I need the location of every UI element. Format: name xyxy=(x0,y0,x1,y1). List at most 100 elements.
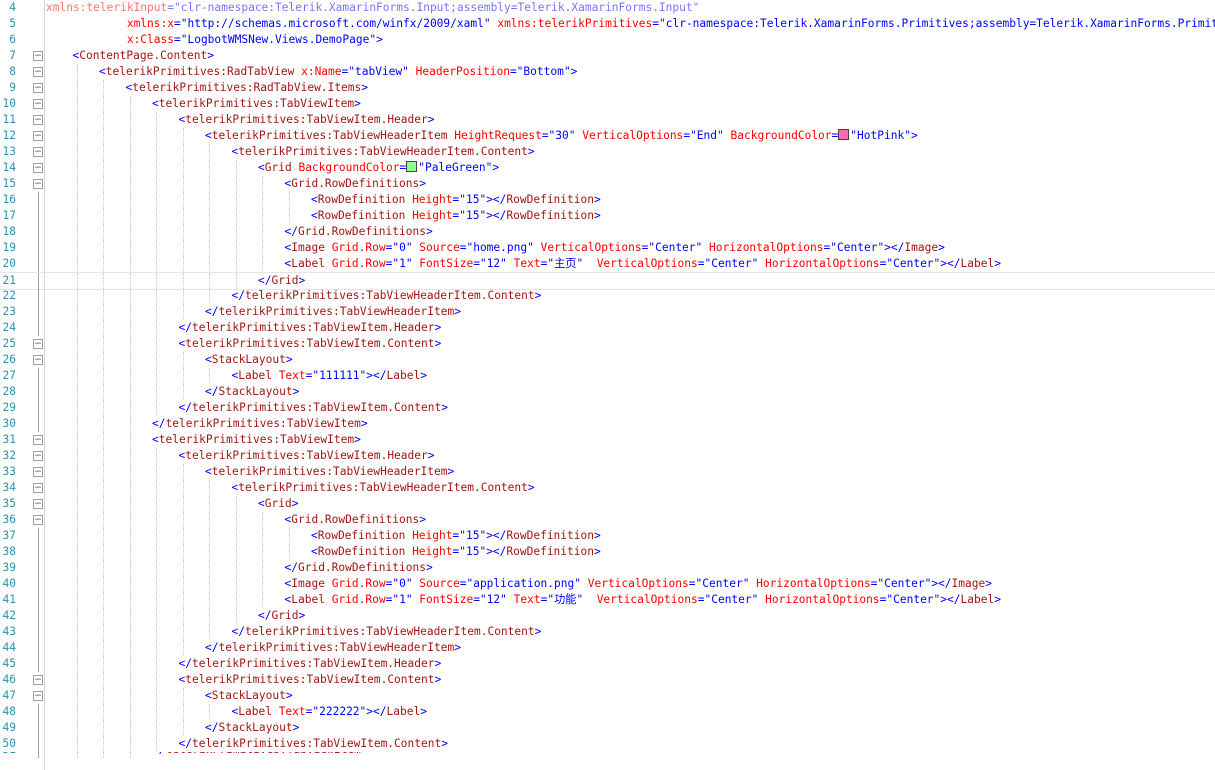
line-number: 21 xyxy=(2,274,16,287)
code-token: " xyxy=(576,257,597,270)
indent-guide xyxy=(76,192,78,208)
code-line[interactable]: 35 − <Grid> xyxy=(0,496,1215,512)
code-line[interactable]: 34 − <telerikPrimitives:TabViewHeaderItem.… xyxy=(0,480,1215,496)
indent-guide xyxy=(76,752,78,758)
collapse-icon[interactable]: − xyxy=(33,435,43,445)
indent-guide xyxy=(103,704,104,720)
code-line[interactable]: 29 </telerikPrimitives:TabViewItem.Conten… xyxy=(0,400,1215,416)
code-line[interactable]: 26 − <StackLayout> xyxy=(0,352,1215,368)
indent-guide xyxy=(103,464,104,480)
code-line[interactable]: 36 − <Grid.RowDefinitions> xyxy=(0,512,1215,528)
code-line[interactable]: 30 </telerikPrimitives:TabViewItem> xyxy=(0,416,1215,432)
code-line[interactable]: 47 − <StackLayout> xyxy=(0,688,1215,704)
collapse-icon[interactable]: − xyxy=(33,99,43,109)
code-token: "> xyxy=(485,161,500,174)
collapse-icon[interactable]: − xyxy=(33,339,43,349)
indent-guide xyxy=(103,288,104,304)
indent-guide xyxy=(129,144,131,160)
indent-guide xyxy=(103,496,104,512)
indent-guide xyxy=(156,320,157,336)
indent-guide xyxy=(182,640,184,656)
code-line[interactable]: 50 </telerikPrimitives:TabViewItem.Conten… xyxy=(0,736,1215,752)
collapse-icon[interactable]: − xyxy=(33,83,43,93)
code-line[interactable]: 12 − <telerikPrimitives:TabViewHeaderItem … xyxy=(0,128,1215,144)
code-token: " xyxy=(751,593,766,606)
code-line[interactable]: 6 x:Class="LogbotWMSNew.Views.DemoPage"> xyxy=(0,32,1215,48)
code-line[interactable]: 8− <telerikPrimitives:RadTabView x:Name="… xyxy=(0,64,1215,80)
indent-guide xyxy=(156,560,157,576)
code-line[interactable]: 51 </telerikPrimitives:TabViewItem> xyxy=(0,752,1215,758)
code-token: </ xyxy=(178,401,192,414)
indent-guide xyxy=(182,160,184,176)
code-line[interactable]: 23 </telerikPrimitives:TabViewHeaderItem> xyxy=(0,304,1215,320)
code-line[interactable]: 17 <RowDefinition Height="15"></RowDefini… xyxy=(0,208,1215,224)
code-line[interactable]: 18 </Grid.RowDefinitions> xyxy=(0,224,1215,240)
code-text: x:Class="LogbotWMSNew.Views.DemoPage"> xyxy=(46,32,383,48)
code-line[interactable]: 45 </telerikPrimitives:TabViewItem.Header… xyxy=(0,656,1215,672)
code-token: > xyxy=(354,97,361,110)
code-text: </telerikPrimitives:TabViewItem.Header> xyxy=(179,656,442,672)
indent-guide xyxy=(129,352,131,368)
collapse-icon[interactable]: − xyxy=(33,515,43,525)
indent-guide xyxy=(235,240,237,256)
code-line[interactable]: 7 − <ContentPage.Content> xyxy=(0,48,1215,64)
collapse-icon[interactable]: − xyxy=(33,355,43,365)
code-token: Height xyxy=(412,545,453,558)
code-line[interactable]: 41 <Label Grid.Row="1" FontSize="12" Text… xyxy=(0,592,1215,608)
collapse-icon[interactable]: − xyxy=(33,51,43,61)
code-line[interactable]: 37 <RowDefinition Height="15"></RowDefini… xyxy=(0,528,1215,544)
code-line[interactable]: 19 <Image Grid.Row="0" Source="home.png" … xyxy=(0,240,1215,256)
collapse-icon[interactable]: − xyxy=(33,67,43,77)
code-line[interactable]: 32 − <telerikPrimitives:TabViewItem.Header… xyxy=(0,448,1215,464)
code-line[interactable]: 16 <RowDefinition Height="15"></RowDefini… xyxy=(0,192,1215,208)
collapse-icon[interactable]: − xyxy=(33,499,43,509)
code-line[interactable]: 11 − <telerikPrimitives:TabViewItem.Header… xyxy=(0,112,1215,128)
code-line[interactable]: 43 </telerikPrimitives:TabViewHeaderItem.… xyxy=(0,624,1215,640)
indent-guide xyxy=(103,400,104,416)
code-line[interactable]: 4 xmlns:telerikInput="clr-namespace:Teler… xyxy=(0,0,1215,16)
line-number: 7 xyxy=(9,49,16,62)
indent-guide xyxy=(129,752,131,758)
code-line[interactable]: 49 </StackLayout> xyxy=(0,720,1215,736)
indent-guide xyxy=(182,480,184,496)
code-line[interactable]: 39 </Grid.RowDefinitions> xyxy=(0,560,1215,576)
indent-guide xyxy=(182,704,184,720)
code-line[interactable]: 5 xmlns:x="http://schemas.microsoft.com/… xyxy=(0,16,1215,32)
code-line[interactable]: 42 </Grid> xyxy=(0,608,1215,624)
code-token: > xyxy=(434,657,442,670)
code-line[interactable]: 20 <Label Grid.Row="1" FontSize="12" Text… xyxy=(0,256,1215,272)
indent-guide xyxy=(129,224,131,240)
code-line[interactable]: 44 </telerikPrimitives:TabViewHeaderItem> xyxy=(0,640,1215,656)
code-line[interactable]: 10 − <telerikPrimitives:TabViewItem> xyxy=(0,96,1215,112)
code-line[interactable]: 46 − <telerikPrimitives:TabViewItem.Conten… xyxy=(0,672,1215,688)
code-line[interactable]: 33 − <telerikPrimitives:TabViewHeaderItem> xyxy=(0,464,1215,480)
indent-guide xyxy=(103,480,104,496)
code-line[interactable]: 24 </telerikPrimitives:TabViewItem.Header… xyxy=(0,320,1215,336)
fold-guide-line xyxy=(38,640,39,656)
code-line[interactable]: 31 − <telerikPrimitives:TabViewItem> xyxy=(0,432,1215,448)
code-line[interactable]: 13 − <telerikPrimitives:TabViewHeaderItem.… xyxy=(0,144,1215,160)
indent-guide xyxy=(235,160,237,176)
code-line[interactable]: 27 <Label Text="111111"></Label> xyxy=(0,368,1215,384)
collapse-icon[interactable]: − xyxy=(33,675,43,685)
code-line[interactable]: 38 <RowDefinition Height="15"></RowDefini… xyxy=(0,544,1215,560)
collapse-icon[interactable]: − xyxy=(33,483,43,493)
code-line[interactable]: 15 − <Grid.RowDefinitions> xyxy=(0,176,1215,192)
code-line[interactable]: 14 − <Grid BackgroundColor= "PaleGreen"> xyxy=(0,160,1215,176)
collapse-icon[interactable]: − xyxy=(33,147,43,157)
collapse-icon[interactable]: − xyxy=(33,691,43,701)
collapse-icon[interactable]: − xyxy=(33,163,43,173)
collapse-icon[interactable]: − xyxy=(33,115,43,125)
indent-guide xyxy=(129,512,131,528)
code-line[interactable]: 40 <Image Grid.Row="0" Source="applicatio… xyxy=(0,576,1215,592)
code-line[interactable]: 22 </telerikPrimitives:TabViewHeaderItem.… xyxy=(0,288,1215,304)
collapse-icon[interactable]: − xyxy=(33,131,43,141)
collapse-icon[interactable]: − xyxy=(33,451,43,461)
code-line[interactable]: 9 − <telerikPrimitives:RadTabView.Items> xyxy=(0,80,1215,96)
code-line[interactable]: 25 − <telerikPrimitives:TabViewItem.Conten… xyxy=(0,336,1215,352)
collapse-icon[interactable]: − xyxy=(33,179,43,189)
code-line[interactable]: 48 <Label Text="222222"></Label> xyxy=(0,704,1215,720)
code-line[interactable]: 28 </StackLayout> xyxy=(0,384,1215,400)
collapse-icon[interactable]: − xyxy=(33,467,43,477)
code-editor[interactable]: 4 xmlns:telerikInput="clr-namespace:Teler… xyxy=(0,0,1215,770)
